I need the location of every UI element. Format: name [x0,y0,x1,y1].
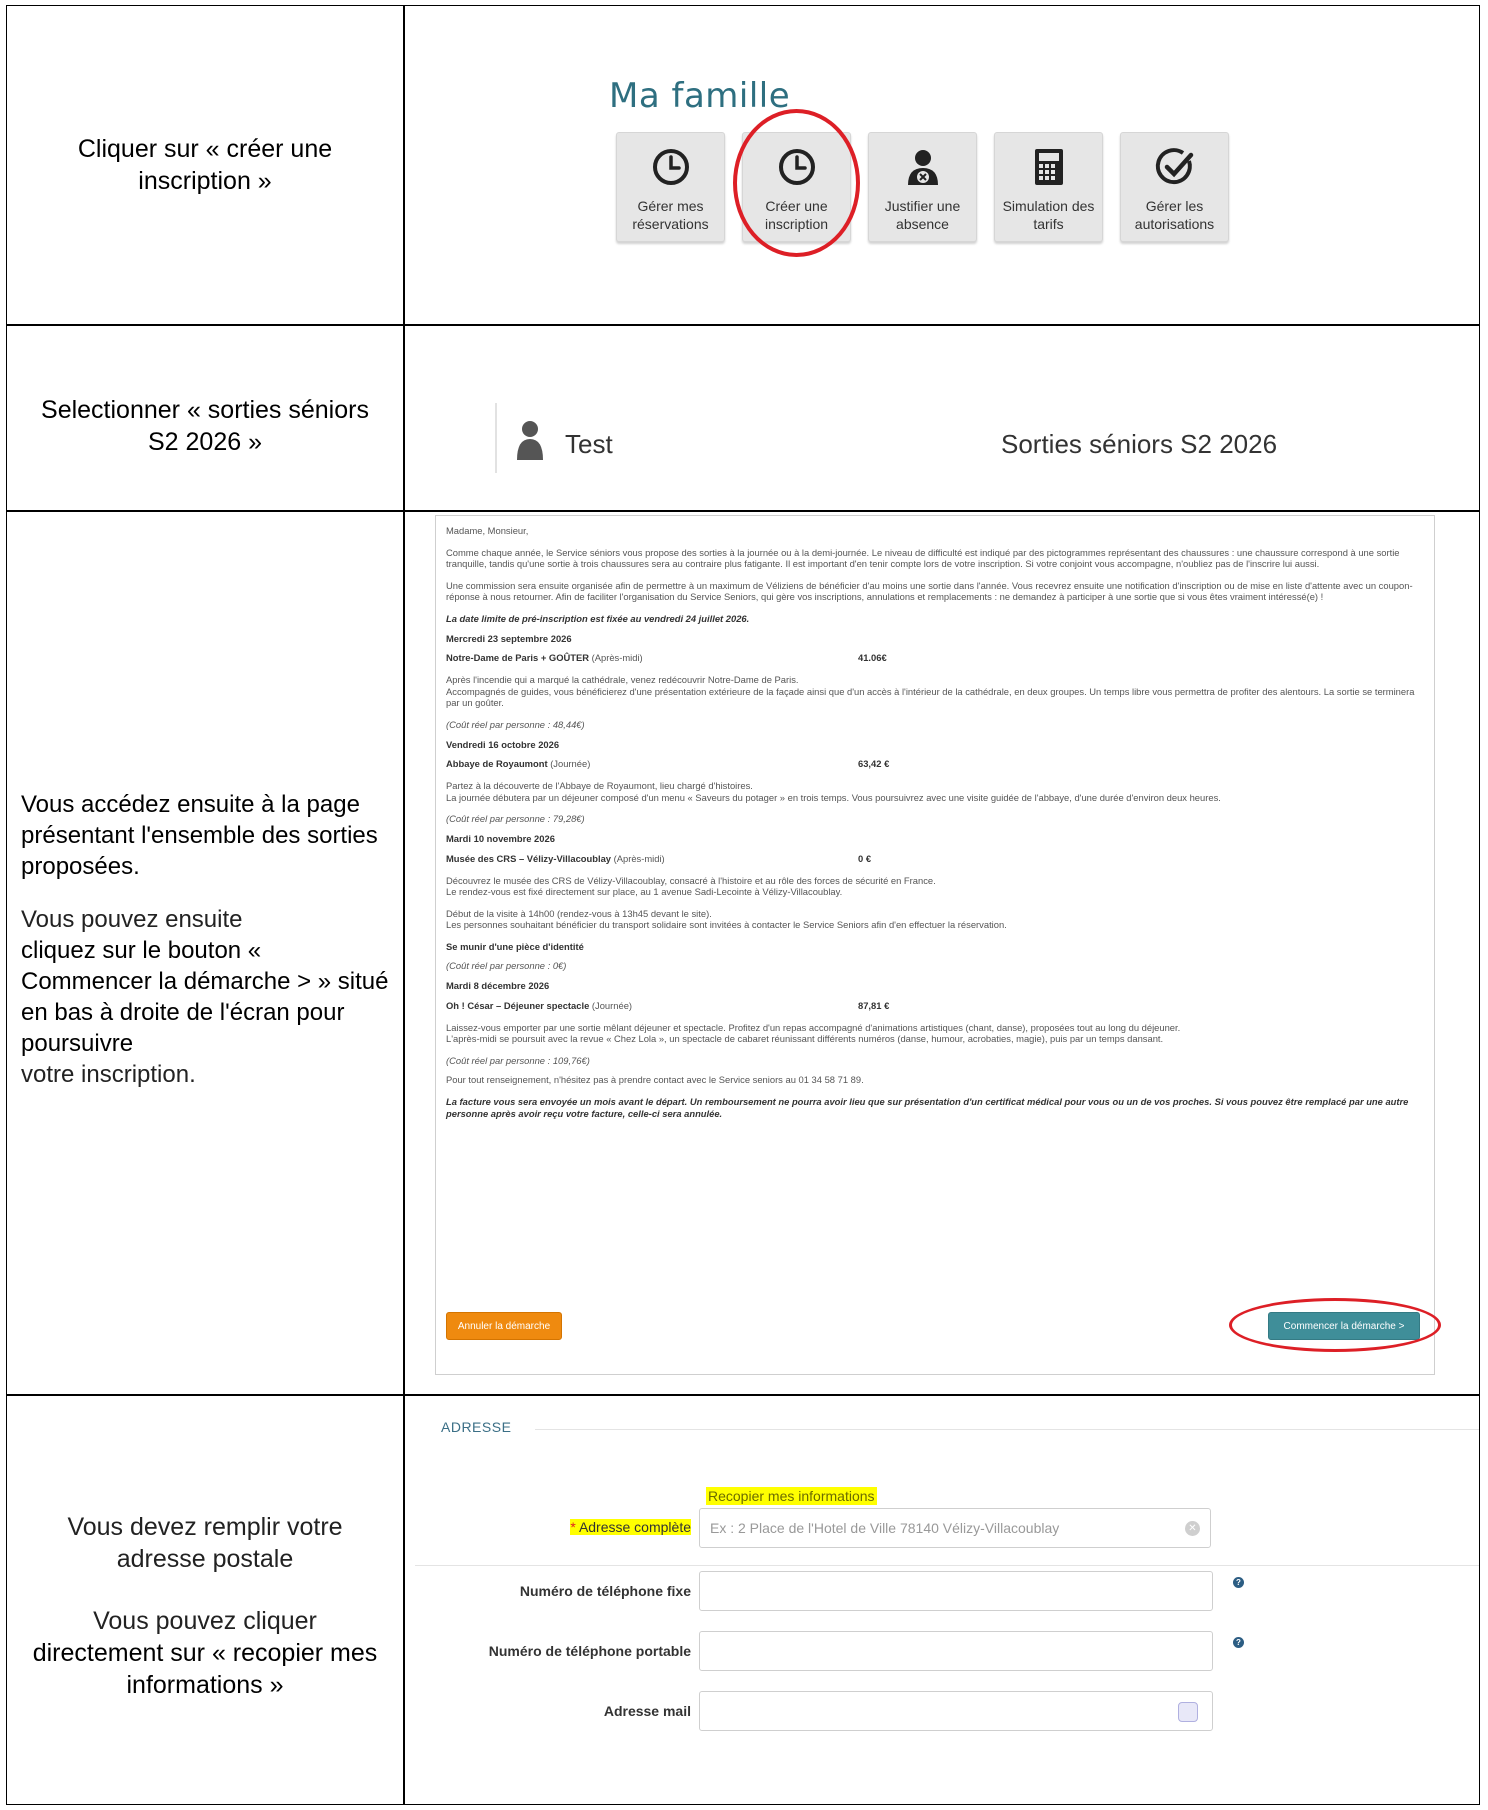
clock-icon [653,149,689,185]
tile-manage-authorizations[interactable]: Gérer les autorisations [1120,132,1229,242]
event-desc: Après l'incendie qui a marqué la cathédr… [446,674,799,686]
phone-mobile-input[interactable] [699,1631,1213,1671]
event-when: (Journée) [591,999,633,1011]
required-star: * [570,1519,576,1535]
phone-fixed-input[interactable] [699,1571,1213,1611]
intro-paragraph: Une commission sera ensuite organisée af… [446,579,1413,603]
tile-justify-absence[interactable]: Justifier une absence [868,132,977,242]
event-when: (Après-midi) [613,852,665,864]
tile-simulate-tariffs[interactable]: Simulation des tarifs [994,132,1103,242]
email-input[interactable] [699,1691,1213,1731]
event-desc: Les personnes souhaitant bénéficier du t… [446,919,1007,931]
intro-paragraph: Comme chaque année, le Service séniors v… [446,546,1400,570]
person-x-icon [908,150,938,185]
tile-label: Justifier une absence [884,198,961,232]
event-desc: Partez à la découverte de l'Abbaye de Ro… [446,780,753,792]
event-cost: (Coût réel par personne : 0€) [446,960,567,972]
instruction-text: Vous devez remplir votre adresse postale [67,1513,343,1573]
instruction-light: Vous pouvez ensuite [21,906,243,933]
greeting: Madame, Monsieur, [446,525,529,536]
event-cost: (Coût réel par personne : 79,28€) [446,813,585,825]
event-desc: L'après-midi se poursuit avec la revue «… [446,1033,1164,1045]
event-date: Mercredi 23 septembre 2026 [446,632,572,644]
person-name[interactable]: Test [565,429,613,460]
address-label-text: Adresse complète [578,1519,691,1535]
tile-label: Gérer mes réservations [632,198,709,232]
activity-name[interactable]: Sorties séniors S2 2026 [1001,429,1277,460]
highlight-circle [733,109,860,257]
phone-mobile-label: Numéro de téléphone portable [488,1643,691,1659]
tile-label: Gérer les autorisations [1134,198,1215,232]
event-cost: (Coût réel par personne : 109,76€) [446,1054,590,1066]
event-price: 87,81 € [858,999,890,1011]
contact-text: Pour tout renseignement, n'hésitez pas à… [446,1074,864,1086]
help-icon[interactable]: ? [1233,1577,1244,1588]
event-desc: Découvrez le musée des CRS de Vélizy-Vil… [446,874,936,886]
event-desc: Début de la visite à 14h00 (rendez-vous … [446,907,712,919]
row-select-activity: Selectionner « sorties séniors S2 2026 »… [7,325,1479,510]
instruction-text: Cliquer sur « créer une inscription » [77,135,333,195]
copy-info-link[interactable]: Recopier mes informations [706,1487,877,1505]
tile-manage-reservations[interactable]: Gérer mes réservations [616,132,725,242]
person-icon [517,421,543,460]
address-input[interactable]: Ex : 2 Place de l'Hotel de Ville 78140 V… [699,1508,1211,1548]
event-desc: Laissez-vous emporter par une sortie mêl… [446,1021,1181,1033]
page-title: Ma famille [609,76,791,116]
event-name: Oh ! César – Déjeuner spectacle [446,999,590,1011]
address-label: * Adresse complète [405,1519,691,1535]
instruction-bold-2: cliquez sur le bouton « Commencer la dém… [21,937,389,1057]
calculator-icon [1035,149,1063,185]
event-price: 0 € [858,852,872,864]
instruction-bold: directement sur « recopier mes informati… [32,1639,378,1699]
instruction-light: Vous pouvez cliquer [93,1607,317,1635]
event-note: Se munir d'une pièce d'identité [446,940,584,952]
instruction-text: Selectionner « sorties séniors S2 2026 » [41,396,369,456]
event-desc: Le rendez-vous est fixé directement sur … [446,886,843,898]
event-when: (Après-midi) [591,652,643,664]
autofill-icon[interactable] [1178,1702,1198,1722]
event-cost: (Coût réel par personne : 48,44€) [446,718,585,730]
event-desc: Accompagnés de guides, vous bénéficierez… [446,685,1415,709]
event-when: (Journée) [550,758,591,770]
row-create-inscription: Cliquer sur « créer une inscription » Ma… [7,6,1479,324]
event-date: Mardi 10 novembre 2026 [446,832,555,844]
event-name: Abbaye de Royaumont [446,758,548,770]
event-date: Vendredi 16 octobre 2026 [446,738,560,750]
separator [495,403,497,473]
phone-fixed-label: Numéro de téléphone fixe [519,1583,691,1599]
email-label: Adresse mail [603,1703,691,1719]
footer-text: La facture vous sera envoyée un mois ava… [446,1096,1409,1119]
help-icon[interactable]: ? [1233,1637,1244,1648]
instruction-bold: Vous accédez ensuite à la page présentan… [21,791,378,880]
form-separator [415,1565,1479,1566]
event-price: 63,42 € [858,758,890,770]
instruction-light-2: votre inscription. [21,1061,196,1088]
section-legend: ADRESSE [441,1419,512,1435]
instruction-table: Cliquer sur « créer une inscription » Ma… [6,5,1480,1805]
row-address-form: Vous devez remplir votre adresse postale… [7,1395,1479,1806]
cancel-button[interactable]: Annuler la démarche [446,1312,562,1340]
clear-icon[interactable]: ✕ [1185,1521,1200,1536]
tile-label: Simulation des tarifs [1002,198,1095,232]
event-date: Mardi 8 décembre 2026 [446,980,550,992]
activity-description-panel: Madame, Monsieur, Comme chaque année, le… [435,515,1435,1375]
deadline: La date limite de pré-inscription est fi… [446,612,750,624]
event-price: 41.06€ [858,652,887,664]
legend-line [535,1429,1479,1430]
event-name: Musée des CRS – Vélizy-Villacoublay [446,852,611,864]
instruction-text: Vous accédez ensuite à la page présentan… [21,789,391,1090]
check-circle-icon [1155,148,1194,185]
event-name: Notre-Dame de Paris + GOÛTER [446,652,590,664]
row-activity-details: Vous accédez ensuite à la page présentan… [7,511,1479,1394]
instruction-text: Vous pouvez cliquer directement sur « re… [27,1605,383,1701]
event-desc: La journée débutera par un déjeuner comp… [446,791,1221,803]
highlight-ellipse [1229,1298,1441,1352]
address-placeholder: Ex : 2 Place de l'Hotel de Ville 78140 V… [710,1520,1060,1536]
